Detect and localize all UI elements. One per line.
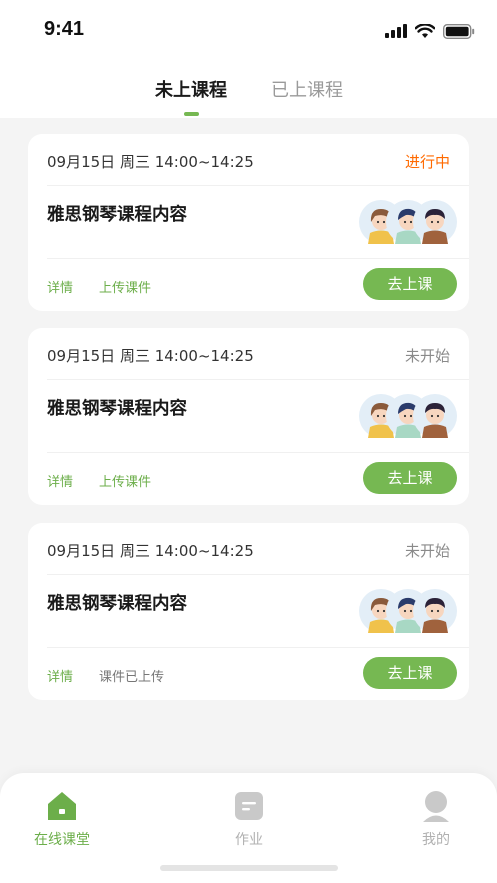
course-status: 未开始 <box>404 542 450 560</box>
avatar-kid-icon <box>413 394 457 438</box>
go-to-class-button[interactable]: 去上课 <box>363 462 457 494</box>
divider <box>47 574 469 575</box>
active-tab-indicator <box>184 112 199 116</box>
nav-label: 作业 <box>235 832 263 848</box>
divider <box>47 258 469 259</box>
upload-courseware-link[interactable]: 上传课件 <box>99 277 151 296</box>
nav-label: 我的 <box>422 832 450 848</box>
homework-icon <box>235 792 263 820</box>
avatar-kid-icon <box>413 200 457 244</box>
course-card: 09月15日 周三 14:00~14:25 进行中 雅思钢琴课程内容 详情 上传… <box>28 134 469 311</box>
wifi-icon <box>415 23 435 38</box>
course-time: 09月15日 周三 14:00~14:25 <box>47 153 254 171</box>
course-status: 未开始 <box>404 347 450 365</box>
detail-link[interactable]: 详情 <box>47 471 73 490</box>
divider <box>47 185 469 186</box>
nav-label: 在线课堂 <box>34 832 90 848</box>
course-card: 09月15日 周三 14:00~14:25 未开始 雅思钢琴课程内容 详情 课件… <box>28 523 469 700</box>
bottom-nav: 在线课堂 作业 我的 <box>0 773 497 883</box>
course-title: 雅思钢琴课程内容 <box>47 594 187 614</box>
course-tabs: 未上课程 已上课程 <box>0 70 497 118</box>
tab-upcoming[interactable]: 未上课程 <box>155 76 227 102</box>
avatar-kid-icon <box>413 589 457 633</box>
status-bar: 9:41 <box>0 0 497 60</box>
student-avatars <box>359 394 457 438</box>
divider <box>47 647 469 648</box>
course-time: 09月15日 周三 14:00~14:25 <box>47 347 254 365</box>
student-avatars <box>359 200 457 244</box>
student-avatars <box>359 589 457 633</box>
home-icon <box>48 792 76 820</box>
header-area: 9:41 未上课程 已上课程 <box>0 0 497 118</box>
divider <box>47 379 469 380</box>
divider <box>47 452 469 453</box>
course-title: 雅思钢琴课程内容 <box>47 205 187 225</box>
nav-profile[interactable]: 我的 <box>386 789 486 849</box>
course-title: 雅思钢琴课程内容 <box>47 399 187 419</box>
course-card: 09月15日 周三 14:00~14:25 未开始 雅思钢琴课程内容 详情 上传… <box>28 328 469 505</box>
profile-icon <box>423 791 449 822</box>
go-to-class-button[interactable]: 去上课 <box>363 657 457 689</box>
detail-link[interactable]: 详情 <box>47 666 73 685</box>
course-status: 进行中 <box>404 153 450 171</box>
courseware-uploaded-label: 课件已上传 <box>99 670 165 685</box>
status-time: 9:41 <box>44 18 85 40</box>
nav-online-class[interactable]: 在线课堂 <box>12 789 112 849</box>
tab-finished[interactable]: 已上课程 <box>271 76 343 102</box>
upload-courseware-link[interactable]: 上传课件 <box>99 471 151 490</box>
go-to-class-button[interactable]: 去上课 <box>363 268 457 300</box>
course-time: 09月15日 周三 14:00~14:25 <box>47 542 254 560</box>
signal-icon <box>385 24 407 38</box>
detail-link[interactable]: 详情 <box>47 277 73 296</box>
nav-homework[interactable]: 作业 <box>199 789 299 849</box>
battery-icon <box>443 23 475 39</box>
status-icons <box>385 20 475 42</box>
home-indicator <box>160 865 338 871</box>
